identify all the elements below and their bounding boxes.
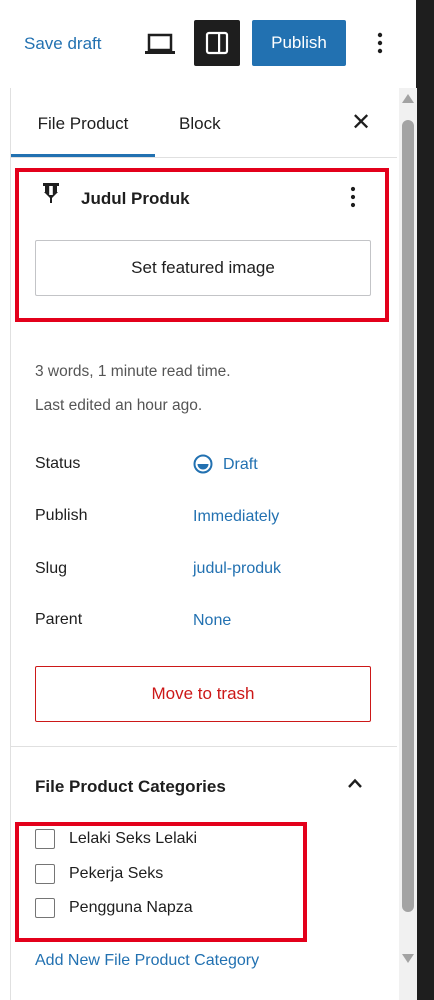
publish-label: Publish (35, 507, 88, 524)
section-divider (11, 746, 397, 747)
generate-elementor-ai-link[interactable]: Generate with Elementor AI (33, 322, 229, 326)
category-checkbox[interactable] (35, 864, 55, 884)
slug-value-button[interactable]: judul-produk (193, 560, 281, 578)
settings-panel: File Product Block ✕ Judul Produk Set fe… (10, 88, 417, 1000)
settings-sidebar-toggle[interactable] (194, 20, 240, 66)
document-title: Judul Produk (81, 189, 190, 208)
scroll-down-arrow-icon[interactable] (402, 954, 414, 963)
scroll-thumb[interactable] (402, 120, 414, 912)
settings-tabs: File Product Block ✕ (11, 88, 397, 158)
last-edited-text: Last edited an hour ago. (35, 397, 203, 414)
publish-date-button[interactable]: Immediately (193, 508, 279, 526)
preview-laptop-button[interactable] (142, 28, 178, 60)
category-checkbox[interactable] (35, 898, 55, 918)
category-item[interactable]: Pengguna Napza (35, 898, 335, 920)
status-label: Status (35, 455, 81, 472)
scroll-up-arrow-icon[interactable] (402, 94, 414, 103)
status-value-button[interactable]: Draft (223, 456, 258, 474)
slug-label: Slug (35, 560, 68, 577)
parent-value-button[interactable]: None (193, 612, 231, 630)
tab-block[interactable]: Block (179, 114, 221, 134)
panel-scrollbar[interactable] (399, 88, 417, 1000)
add-new-category-link[interactable]: Add New File Product Category (35, 952, 259, 970)
publish-button[interactable]: Publish (252, 20, 346, 66)
options-menu-button[interactable] (368, 26, 392, 60)
draft-status-icon (192, 453, 214, 475)
editor-toolbar: Save draft Publish (0, 0, 416, 88)
save-draft-button[interactable]: Save draft (24, 34, 102, 54)
word-count-text: 3 words, 1 minute read time. (35, 363, 231, 380)
parent-label: Parent (35, 611, 83, 628)
category-item[interactable]: Lelaki Seks Lelaki (35, 829, 335, 851)
category-label[interactable]: Pekerja Seks (69, 865, 163, 883)
category-item[interactable]: Pekerja Seks (35, 864, 335, 886)
close-icon[interactable]: ✕ (349, 108, 373, 138)
category-label[interactable]: Pengguna Napza (69, 899, 193, 917)
document-actions-button[interactable] (345, 182, 361, 212)
set-featured-image-button[interactable]: Set featured image (35, 240, 371, 296)
post-type-icon (41, 182, 61, 204)
move-to-trash-button[interactable]: Move to trash (35, 666, 371, 722)
category-checkbox[interactable] (35, 829, 55, 849)
chevron-up-icon[interactable] (345, 776, 365, 790)
category-label[interactable]: Lelaki Seks Lelaki (69, 830, 197, 848)
sidebar-toggle-icon (205, 31, 229, 55)
tab-file-product[interactable]: File Product (11, 114, 155, 134)
window-edge (416, 0, 434, 1000)
categories-panel-title[interactable]: File Product Categories (35, 777, 226, 797)
active-tab-indicator (11, 154, 155, 157)
more-vertical-icon (377, 32, 383, 54)
more-vertical-icon (350, 186, 356, 208)
laptop-icon (145, 33, 175, 54)
